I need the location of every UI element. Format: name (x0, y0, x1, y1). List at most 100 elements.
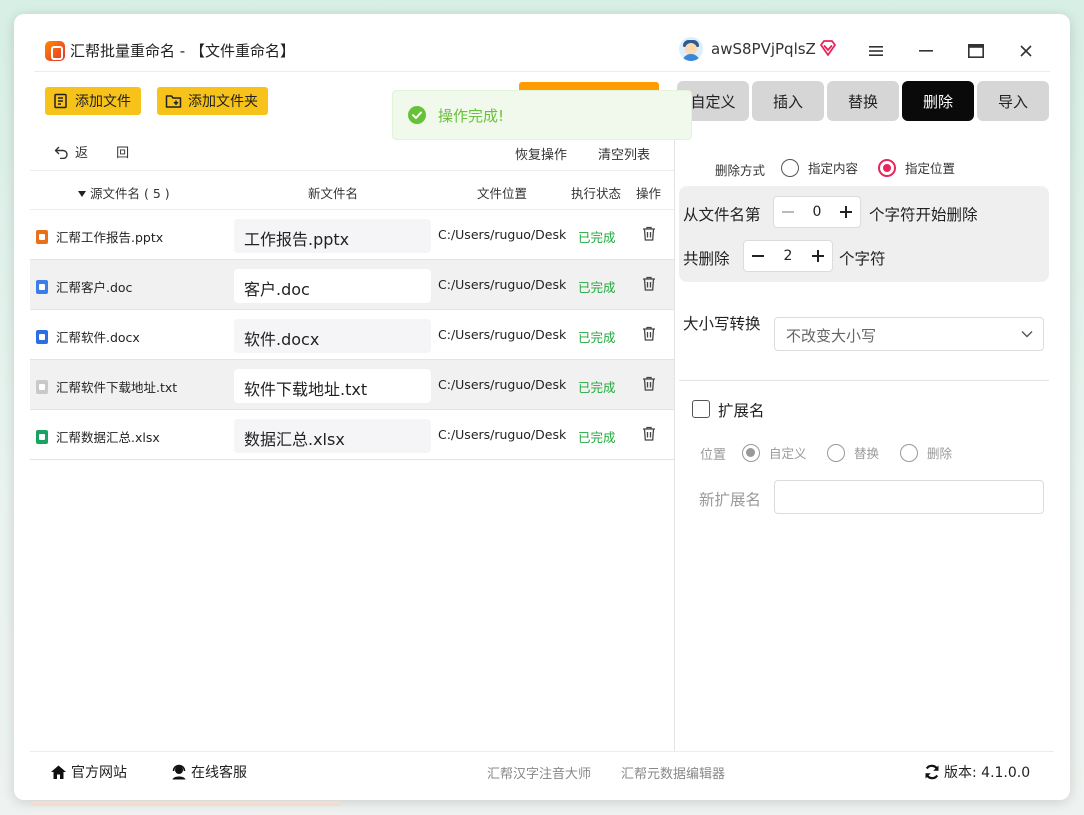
user-avatar[interactable] (679, 37, 703, 61)
close-icon[interactable] (1011, 36, 1041, 66)
new-name-field[interactable]: 工作报告.pptx (234, 219, 431, 253)
trash-icon[interactable] (642, 226, 656, 241)
increment-icon[interactable] (810, 248, 826, 264)
source-file-cell: 汇帮软件.docx (36, 327, 140, 346)
headset-icon (172, 764, 186, 780)
case-conversion-select[interactable]: 不改变大小写 (774, 317, 1044, 351)
trash-icon[interactable] (642, 276, 656, 291)
status-badge: 已完成 (578, 230, 616, 245)
tab-replace[interactable]: 替换 (827, 81, 899, 121)
delete-count-stepper[interactable]: 2 (743, 240, 833, 272)
file-location: C:/Users/ruguo/Desktop (438, 277, 566, 292)
radio-specified-position[interactable]: 指定位置 (878, 158, 955, 177)
header-status: 执行状态 (571, 186, 622, 201)
radio-circle-selected (878, 158, 896, 177)
start-position-stepper[interactable]: 0 (773, 196, 861, 228)
from-position-label: 从文件名第 (683, 206, 761, 224)
app-logo-icon (45, 41, 65, 61)
pinyin-tool-link[interactable]: 汇帮汉字注音大师 (487, 763, 591, 782)
header-location: 文件位置 (477, 186, 528, 201)
add-file-icon (54, 93, 67, 109)
metadata-editor-link[interactable]: 汇帮元数据编辑器 (621, 763, 725, 782)
radio-ext-delete[interactable]: 删除 (900, 443, 952, 462)
success-toast: 操作完成! (392, 90, 692, 140)
radio-ext-replace[interactable]: 替换 (827, 443, 879, 462)
add-folder-button[interactable]: 添加文件夹 (157, 87, 268, 115)
online-support-link[interactable]: 在线客服 (171, 762, 247, 782)
new-name-field[interactable]: 软件.docx (234, 319, 431, 353)
back-button[interactable]: 返 回 (54, 142, 141, 161)
vip-diamond-icon[interactable] (819, 39, 837, 57)
doc-icon (36, 279, 48, 294)
extension-checkbox[interactable] (692, 400, 710, 418)
txt-icon (36, 379, 48, 394)
clear-list-button[interactable]: 清空列表 (598, 144, 650, 163)
restore-button[interactable]: 恢复操作 (515, 144, 567, 163)
username[interactable]: awS8PVjPqlsZ (711, 40, 816, 58)
radio-specified-content[interactable]: 指定内容 (781, 158, 858, 177)
file-location: C:/Users/ruguo/Desktop (438, 427, 566, 442)
delete-count-value[interactable]: 2 (784, 248, 793, 264)
header-new-name: 新文件名 (308, 186, 359, 201)
table-row[interactable]: 汇帮工作报告.pptx 工作报告.pptx C:/Users/ruguo/Des… (30, 210, 674, 260)
from-position-suffix: 个字符开始删除 (869, 206, 978, 224)
start-position-value[interactable]: 0 (813, 204, 822, 220)
file-location: C:/Users/ruguo/Desktop (438, 227, 566, 242)
status-badge: 已完成 (578, 430, 616, 445)
title-bar: 汇帮批量重命名 - 【文件重命名】 awS8PVjPqlsZ (14, 14, 1070, 76)
case-conversion-label: 大小写转换 (683, 315, 761, 333)
increment-icon[interactable] (838, 204, 854, 220)
new-extension-input[interactable] (774, 480, 1044, 514)
docx-icon (36, 329, 48, 344)
new-name-field[interactable]: 数据汇总.xlsx (234, 419, 431, 453)
chevron-down-icon (1021, 331, 1033, 338)
radio-circle-selected (742, 443, 760, 462)
undo-arrow-icon (54, 146, 68, 159)
extension-label: 扩展名 (718, 402, 765, 420)
trash-icon[interactable] (642, 376, 656, 391)
new-name-field[interactable]: 客户.doc (234, 269, 431, 303)
source-file-cell: 汇帮数据汇总.xlsx (36, 427, 160, 446)
new-extension-label: 新扩展名 (699, 491, 762, 509)
delete-count-suffix: 个字符 (839, 250, 886, 268)
file-location: C:/Users/ruguo/Desktop (438, 327, 566, 342)
table-row[interactable]: 汇帮软件下载地址.txt 软件下载地址.txt C:/Users/ruguo/D… (30, 360, 674, 410)
radio-circle (900, 443, 918, 462)
official-website-link[interactable]: 官方网站 (50, 762, 127, 782)
back-label: 返 回 (75, 146, 142, 161)
table-header: 源文件名 ( 5 ) 新文件名 文件位置 执行状态 操作 (30, 170, 674, 210)
new-name-field[interactable]: 软件下载地址.txt (234, 369, 431, 403)
radio-circle (781, 158, 799, 177)
source-file-cell: 汇帮工作报告.pptx (36, 227, 163, 246)
pptx-icon (36, 229, 48, 244)
status-badge: 已完成 (578, 380, 616, 395)
trash-icon[interactable] (642, 326, 656, 341)
decrement-icon[interactable] (780, 204, 796, 220)
decrement-icon[interactable] (750, 248, 766, 264)
tab-insert[interactable]: 插入 (752, 81, 824, 121)
tab-import[interactable]: 导入 (977, 81, 1049, 121)
table-row[interactable]: 汇帮数据汇总.xlsx 数据汇总.xlsx C:/Users/ruguo/Des… (30, 410, 674, 460)
version-info[interactable]: 版本: 4.1.0.0 (924, 762, 1030, 782)
trash-icon[interactable] (642, 426, 656, 441)
footer-bar: 官方网站 在线客服 汇帮汉字注音大师 汇帮元数据编辑器 版本: 4.1.0.0 (30, 751, 1054, 787)
toast-message: 操作完成! (438, 106, 505, 125)
header-action: 操作 (636, 186, 662, 201)
menu-icon[interactable] (861, 36, 891, 66)
add-file-button[interactable]: 添加文件 (45, 87, 141, 115)
source-file-cell: 汇帮软件下载地址.txt (36, 377, 177, 396)
minimize-icon[interactable] (911, 36, 941, 66)
delete-mode-label: 删除方式 (715, 163, 766, 178)
header-source[interactable]: 源文件名 ( 5 ) (78, 183, 170, 202)
xlsx-icon (36, 429, 48, 444)
add-file-label: 添加文件 (75, 94, 131, 110)
success-check-icon (408, 106, 426, 124)
section-divider (679, 380, 1049, 381)
table-row[interactable]: 汇帮客户.doc 客户.doc C:/Users/ruguo/Desktop 已… (30, 260, 674, 310)
radio-ext-custom[interactable]: 自定义 (742, 443, 807, 462)
title-separator (34, 71, 1050, 72)
table-row[interactable]: 汇帮软件.docx 软件.docx C:/Users/ruguo/Desktop… (30, 310, 674, 360)
tab-delete[interactable]: 删除 (902, 81, 974, 121)
maximize-icon[interactable] (961, 36, 991, 66)
status-badge: 已完成 (578, 280, 616, 295)
